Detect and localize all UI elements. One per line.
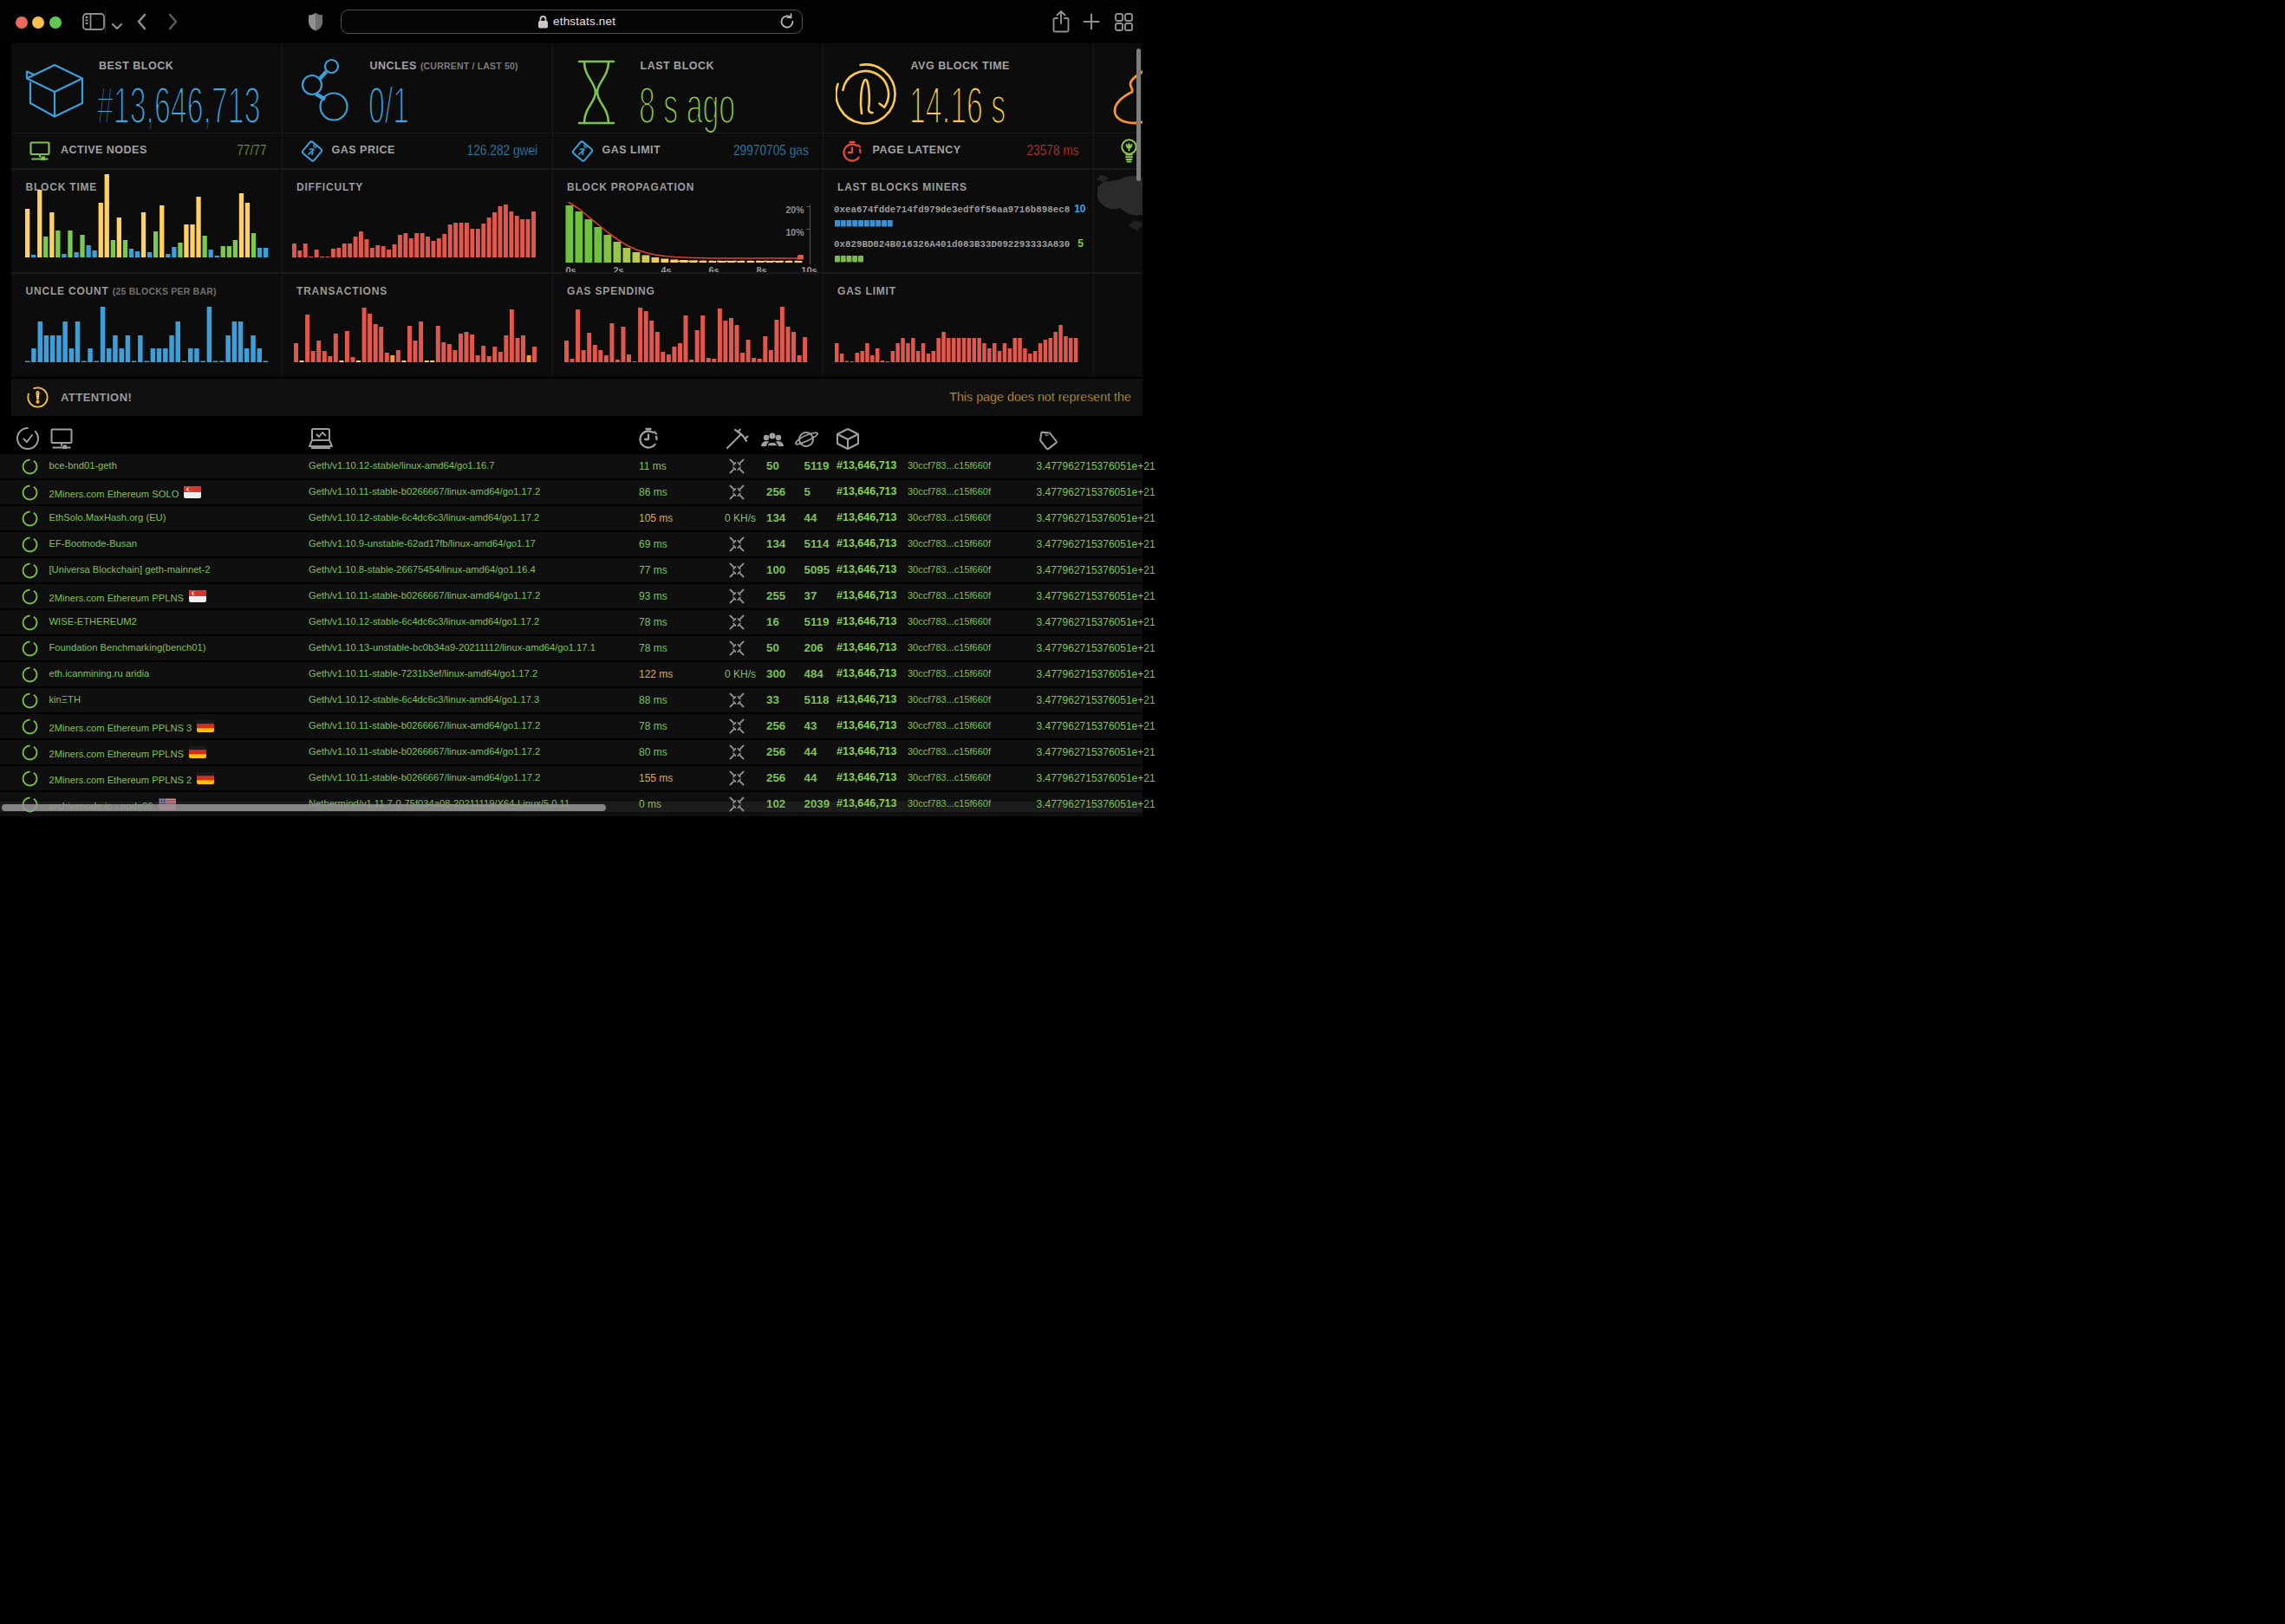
svg-text:c: c: [1043, 431, 1049, 438]
